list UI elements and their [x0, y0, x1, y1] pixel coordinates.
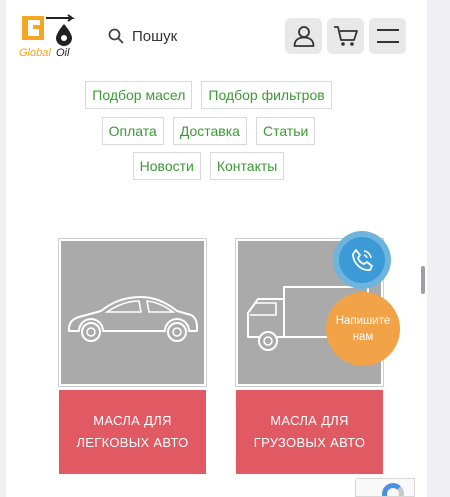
write-us-button[interactable]: Напишите нам	[326, 292, 400, 366]
nav-articles[interactable]: Статьи	[255, 117, 316, 145]
nav-row-2: Оплата Доставка Статьи	[6, 117, 411, 145]
trucks-oil-button[interactable]: МАСЛА ДЛЯ ГРУЗОВЫХ АВТО	[236, 390, 383, 474]
cars-oil-button[interactable]: МАСЛА ДЛЯ ЛЕГКОВЫХ АВТО	[59, 390, 206, 474]
car-icon	[68, 296, 198, 342]
account-button[interactable]	[285, 18, 322, 54]
logo-text-global: Global	[19, 47, 51, 59]
nav-news[interactable]: Новости	[132, 152, 201, 180]
search-box[interactable]	[102, 18, 282, 54]
write-us-line2: нам	[352, 331, 374, 343]
nav-contacts[interactable]: Контакты	[209, 152, 285, 180]
recaptcha-badge[interactable]	[355, 478, 415, 497]
page: Global Oil Подбор масел Подбор	[6, 0, 411, 497]
search-input[interactable]	[132, 27, 282, 45]
search-icon	[108, 28, 124, 44]
callback-button[interactable]	[333, 231, 391, 289]
scrollbar-thumb[interactable]	[421, 266, 425, 294]
category-card-cars[interactable]: МАСЛА ДЛЯ ЛЕГКОВЫХ АВТО	[58, 238, 207, 474]
card-label-line2: ЛЕГКОВЫХ АВТО	[76, 435, 189, 450]
nav-oil-selection[interactable]: Подбор масел	[85, 81, 193, 109]
nav-row-3: Новости Контакты	[6, 152, 411, 180]
nav-delivery[interactable]: Доставка	[172, 117, 247, 145]
card-label-line1: МАСЛА ДЛЯ	[270, 413, 349, 428]
hamburger-icon	[376, 29, 399, 43]
card-label-line2: ГРУЗОВЫХ АВТО	[253, 435, 366, 450]
site-logo[interactable]: Global Oil	[18, 10, 80, 60]
car-image[interactable]	[58, 238, 207, 387]
cart-button[interactable]	[327, 18, 364, 54]
logo-text-oil: Oil	[56, 47, 70, 59]
cart-icon	[333, 26, 358, 46]
recaptcha-icon	[382, 483, 404, 496]
card-label-line1: МАСЛА ДЛЯ	[93, 413, 172, 428]
nav-filter-selection[interactable]: Подбор фильтров	[201, 81, 332, 109]
logo-icon: Global Oil	[19, 14, 75, 59]
write-us-line1: Напишите	[335, 315, 391, 327]
user-icon	[293, 26, 314, 47]
nav-row-1: Подбор масел Подбор фильтров	[6, 81, 411, 109]
nav-payment[interactable]: Оплата	[101, 117, 164, 145]
scroll-track	[411, 0, 427, 497]
phone-icon	[352, 249, 373, 271]
menu-button[interactable]	[369, 18, 406, 54]
